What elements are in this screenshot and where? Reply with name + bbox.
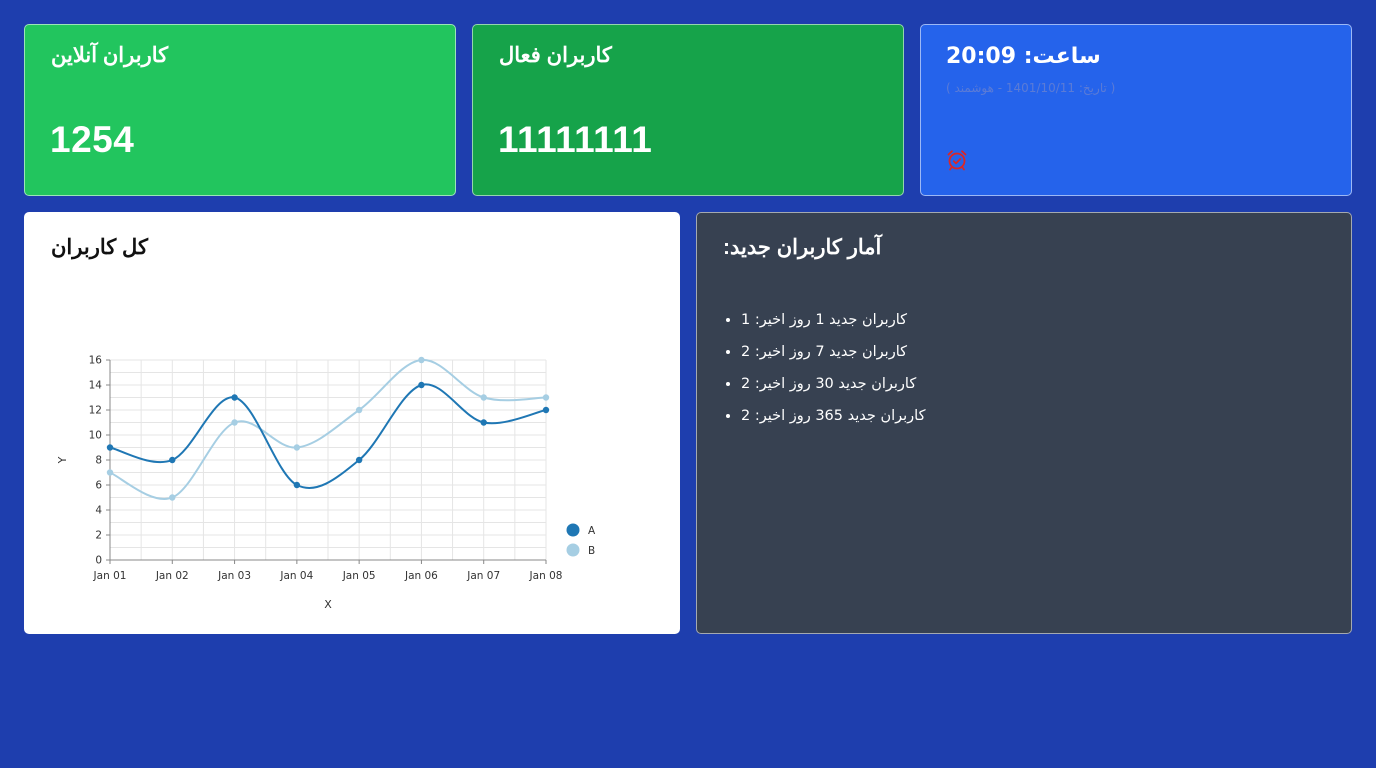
y-axis-label: Y	[56, 456, 69, 464]
legend-label-B: B	[588, 545, 595, 557]
stats-item: کاربران جدید 30 روز اخیر: 2	[741, 375, 926, 407]
clock-date: ( تاریخ: 1401/10/11 - هوشمند )	[946, 81, 1116, 95]
data-point-B	[169, 494, 176, 501]
data-point-B	[355, 406, 363, 414]
legend-marker-B	[566, 543, 580, 557]
y-tick-label: 0	[95, 555, 102, 567]
y-tick-label: 16	[89, 355, 103, 367]
legend-marker-A	[566, 523, 580, 537]
active-users-title: کاربران فعال	[499, 44, 612, 67]
x-tick-label: Jan 06	[404, 570, 438, 582]
total-users-chart-card: کل کاربران 0 2 4 6 8 10 12 14 16 Jan 01 Jan 02 Jan …	[24, 212, 680, 634]
legend-label-A: A	[588, 525, 596, 537]
x-tick-label: Jan 08	[529, 570, 563, 582]
stats-panel-title: آمار کاربران جدید:	[723, 236, 882, 259]
data-point-B	[231, 419, 238, 426]
x-tick-label: Jan 02	[155, 570, 189, 582]
y-tick-label: 12	[89, 405, 102, 417]
y-tick-label: 8	[95, 455, 102, 467]
y-tick-label: 2	[95, 530, 102, 542]
data-point-A	[418, 381, 425, 389]
stats-item: کاربران جدید 365 روز اخیر: 2	[741, 407, 926, 439]
new-users-stats-list: کاربران جدید 1 روز اخیر: 1 کاربران جدید …	[723, 311, 926, 439]
alarm-clock-icon[interactable]	[945, 148, 969, 172]
new-users-stats-card: آمار کاربران جدید: کاربران جدید 1 روز اخ…	[696, 212, 1352, 634]
data-point-B	[542, 394, 550, 401]
x-tick-label: Jan 04	[279, 570, 313, 582]
x-tick-label: Jan 05	[342, 570, 376, 582]
data-point-A	[231, 394, 238, 401]
online-users-value: 1254	[50, 119, 135, 160]
data-point-A	[169, 456, 176, 464]
online-users-card: کاربران آنلاین 1254	[24, 24, 456, 196]
active-users-card: کاربران فعال 11111111	[472, 24, 904, 196]
clock-card: ساعت: 20:09 ( تاریخ: 1401/10/11 - هوشمند…	[920, 24, 1352, 196]
online-users-title: کاربران آنلاین	[51, 44, 169, 67]
x-tick-label: Jan 03	[217, 570, 251, 582]
data-point-A	[355, 456, 363, 464]
y-tick-label: 6	[95, 480, 102, 492]
x-tick-label: Jan 07	[466, 570, 500, 582]
data-point-A	[542, 406, 550, 414]
data-point-B	[480, 394, 487, 401]
clock-time: ساعت: 20:09	[946, 44, 1101, 69]
data-point-A	[293, 481, 301, 489]
data-point-A	[106, 444, 114, 451]
y-tick-label: 4	[95, 505, 102, 517]
y-tick-label: 14	[89, 380, 103, 392]
x-tick-label: Jan 01	[93, 570, 127, 582]
data-point-B	[418, 356, 425, 364]
data-point-A	[480, 419, 487, 426]
data-point-B	[293, 444, 301, 451]
total-users-chart: 0 2 4 6 8 10 12 14 16 Jan 01 Jan 02 Jan 03 Jan 04 Jan…	[56, 355, 596, 612]
x-axis-label: X	[324, 598, 332, 611]
stats-item: کاربران جدید 7 روز اخیر: 2	[741, 343, 926, 375]
stats-item: کاربران جدید 1 روز اخیر: 1	[741, 311, 926, 343]
y-tick-label: 10	[89, 430, 102, 442]
data-point-B	[106, 469, 114, 476]
active-users-value: 11111111	[498, 119, 653, 160]
